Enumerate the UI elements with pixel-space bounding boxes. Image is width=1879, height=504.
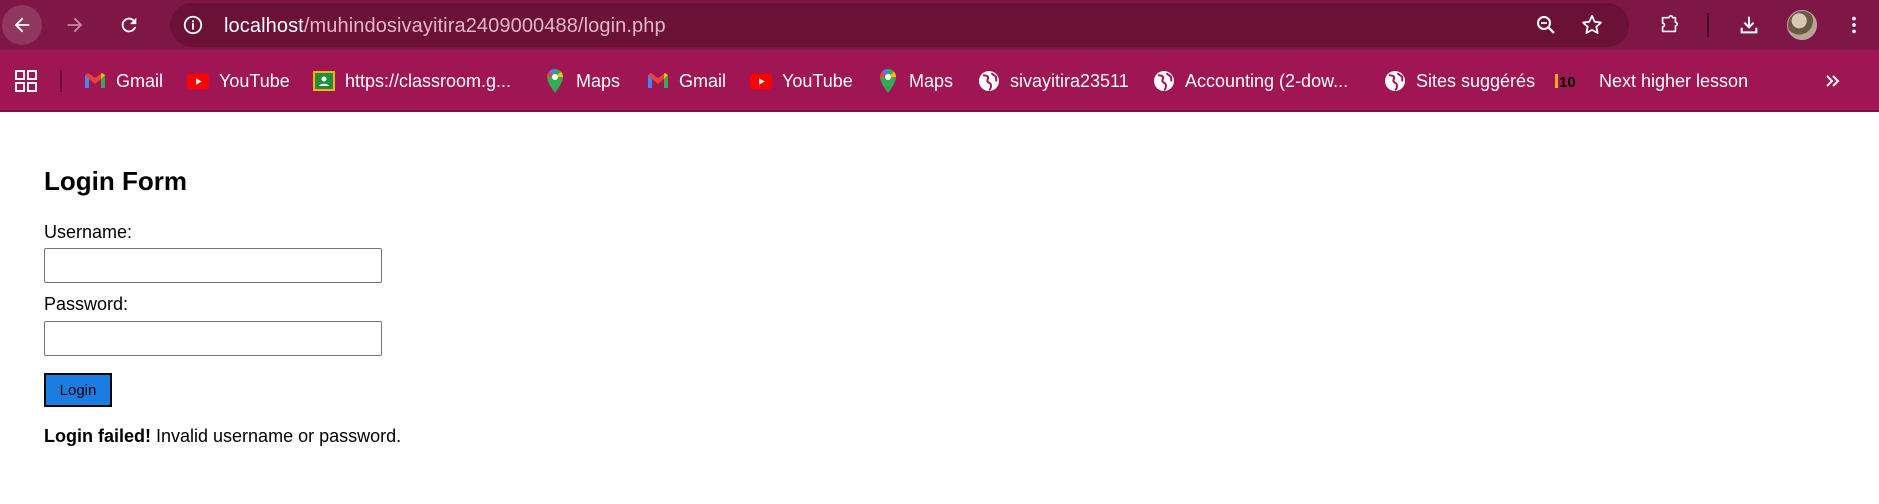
back-button[interactable] [2,5,42,45]
username-label: Username: [44,222,133,242]
bookmark-accounting[interactable]: Accounting (2-dow... [1153,64,1348,98]
zoom-button[interactable] [1534,13,1558,37]
bookmark-label: Accounting (2-dow... [1185,70,1349,91]
page-content: Login Form Username: Password: Login Log… [0,114,1879,504]
url-path: /muhindosivayitira2409000488/login.php [303,15,666,37]
bookmark-label: https://classroom.g... [345,70,512,91]
bookmark-next-higher-lesson[interactable]: 10 Next higher lesson [1555,64,1748,98]
bookmark-classroom[interactable]: https://classroom.g... [313,64,511,98]
address-bar[interactable]: localhost/muhindosivayitira2409000488/lo… [170,3,1629,47]
t10-icon: 10 [1555,70,1581,92]
bookmark-label: sivayitira23511 [1010,70,1129,91]
bookmarks-bar: Gmail YouTube https://classroom.g... Map… [0,50,1879,112]
t10-logo-text: 10 [1559,74,1576,90]
login-error-strong: Login failed! [44,426,151,446]
url-text[interactable]: localhost/muhindosivayitira2409000488/lo… [224,15,666,38]
bookmark-label: Maps [909,70,954,91]
forward-icon [67,17,83,33]
gmail-icon [84,70,106,92]
bookmark-label: YouTube [782,70,853,91]
youtube-icon [187,70,209,92]
login-error-message: Login failed! Invalid username or passwo… [44,426,401,447]
apps-button[interactable] [14,69,38,93]
globe-icon [1384,70,1406,92]
site-info-icon [183,15,203,35]
downloads-button[interactable] [1729,5,1769,45]
youtube-icon [750,70,772,92]
browser-toolbar: localhost/muhindosivayitira2409000488/lo… [0,0,1879,50]
gmail-icon [647,70,669,92]
password-label: Password: [44,294,129,314]
reload-icon [121,17,137,33]
menu-icon [1852,16,1856,34]
bookmark-youtube[interactable]: YouTube [187,64,290,98]
password-input[interactable] [44,321,382,356]
bookmark-maps[interactable]: Maps [544,64,620,98]
globe-icon [978,70,1000,92]
url-host: localhost [224,15,304,37]
back-icon [14,17,30,33]
star-icon [1582,15,1602,34]
page-title: Login Form [44,166,187,196]
download-icon [1740,16,1758,34]
apps-grid-icon [15,70,37,92]
menu-button[interactable] [1834,5,1874,45]
bookmark-label: Maps [576,70,621,91]
bookmarks-divider [60,70,62,92]
bookmark-label: Sites suggérés [1416,70,1536,91]
bookmark-star-button[interactable] [1580,13,1604,37]
avatar[interactable] [1787,10,1817,40]
bookmark-gmail[interactable]: Gmail [84,64,163,98]
login-error-text: Invalid username or password. [151,426,402,446]
bookmark-sites-suggeres[interactable]: Sites suggérés [1384,64,1535,98]
more-bookmarks-button[interactable] [1820,68,1846,94]
toolbar-divider [1707,13,1709,37]
bookmark-maps-2[interactable]: Maps [877,64,953,98]
bookmark-youtube-2[interactable]: YouTube [750,64,853,98]
username-input[interactable] [44,248,382,283]
bookmark-sivayitira[interactable]: sivayitira23511 [978,64,1129,98]
bookmark-gmail-2[interactable]: Gmail [647,64,726,98]
bookmark-label: Gmail [116,70,164,91]
bookmark-label: Next higher lesson [1599,70,1749,91]
site-info-button[interactable] [180,12,206,38]
extensions-button[interactable] [1649,5,1689,45]
login-button[interactable]: Login [44,373,112,407]
zoom-icon [1537,16,1555,34]
extensions-icon [1661,15,1679,33]
chevron-double-right-icon [1826,75,1840,87]
bookmark-label: YouTube [219,70,290,91]
bookmark-label: Gmail [679,70,727,91]
reload-button[interactable] [109,5,149,45]
globe-icon [1153,70,1175,92]
classroom-icon [313,70,335,92]
maps-icon [544,69,566,93]
maps-icon [877,69,899,93]
forward-button[interactable] [55,5,95,45]
